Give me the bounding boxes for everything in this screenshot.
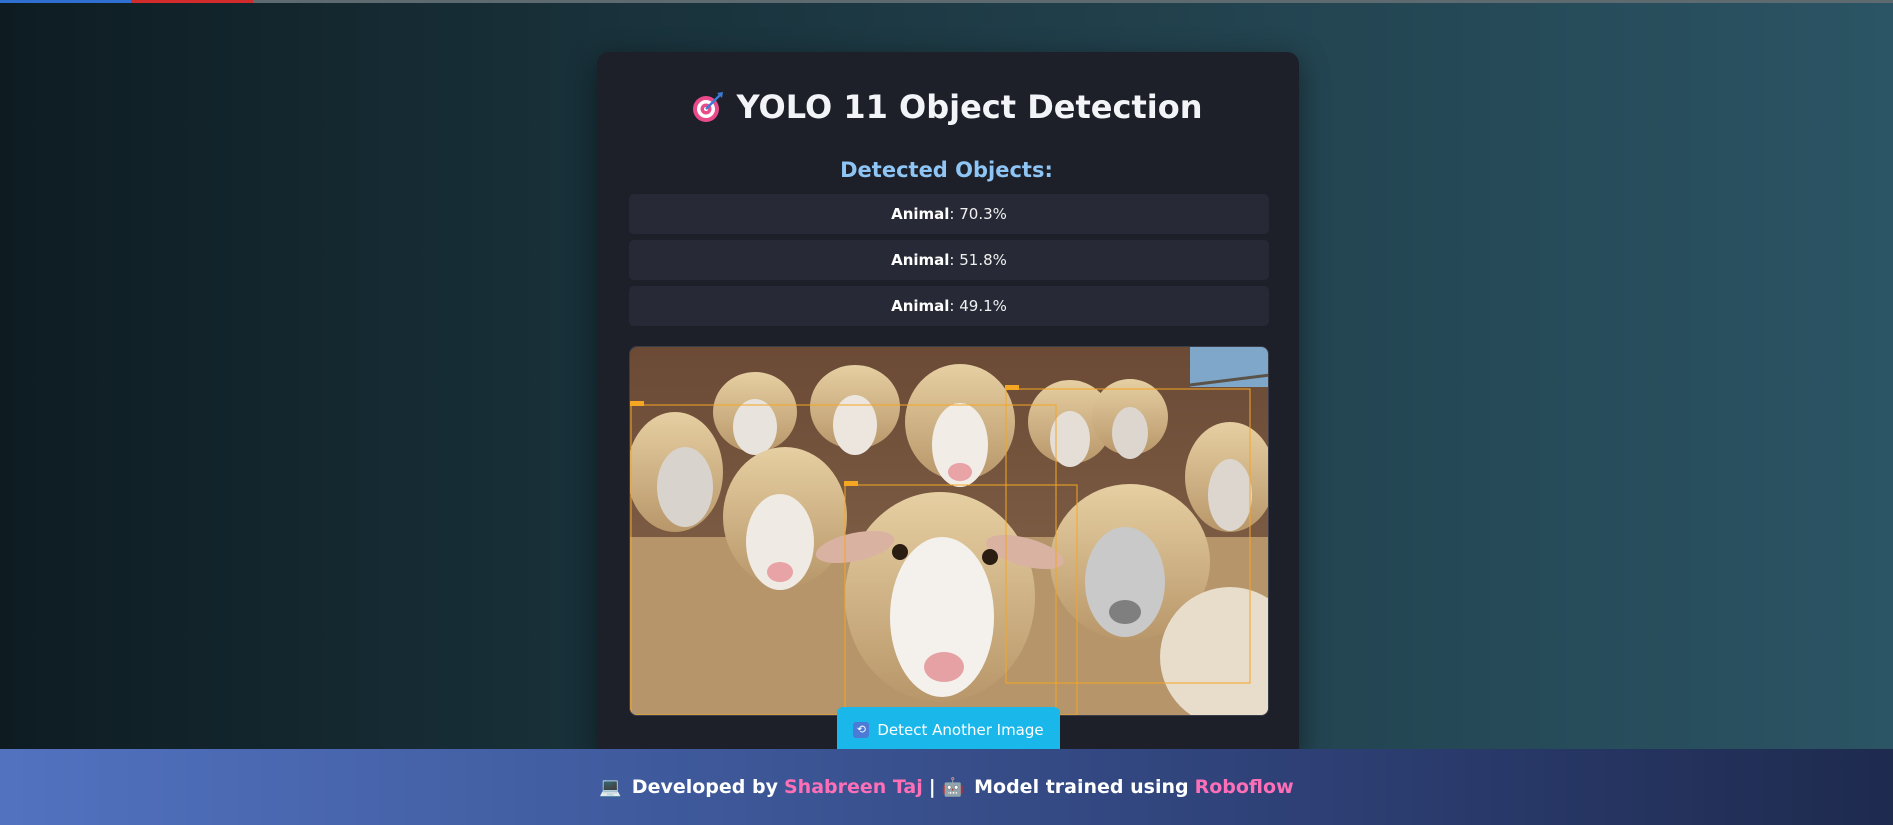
detection-label: Animal <box>891 251 950 269</box>
detect-another-image-button[interactable]: ⟲ Detect Another Image <box>837 707 1060 752</box>
detect-another-image-label: Detect Another Image <box>877 720 1044 739</box>
detection-confidence: 51.8% <box>959 251 1007 269</box>
developed-by-label: Developed by <box>631 776 778 798</box>
detection-item: Animal: 49.1% <box>629 286 1269 326</box>
detection-label: Animal <box>891 297 950 315</box>
detected-objects-heading: Detected Objects: <box>840 158 1053 182</box>
sheep-photo <box>630 347 1268 715</box>
sheep <box>630 412 723 532</box>
roboflow-link[interactable]: Roboflow <box>1195 776 1294 798</box>
target-icon <box>691 90 725 124</box>
page-title: YOLO 11 Object Detection <box>0 84 1893 130</box>
laptop-icon: 💻 <box>599 776 622 798</box>
detection-confidence: 70.3% <box>959 205 1007 223</box>
detection-confidence: 49.1% <box>959 297 1007 315</box>
robot-icon: 🤖 <box>941 776 965 798</box>
model-trained-label: Model trained using <box>974 776 1189 798</box>
detection-label: Animal <box>891 205 950 223</box>
progress-segment-blue <box>0 0 131 3</box>
progress-segment-red <box>131 0 253 3</box>
repeat-icon: ⟲ <box>853 721 870 738</box>
detection-item: Animal: 70.3% <box>629 194 1269 234</box>
footer: 💻 Developed by Shabreen Taj | 🤖 Model tr… <box>0 749 1893 825</box>
developer-name-link[interactable]: Shabreen Taj <box>784 776 923 798</box>
result-image <box>629 346 1269 716</box>
page-load-progress-bar <box>0 0 1893 3</box>
app-title: YOLO 11 Object Detection <box>736 88 1203 126</box>
footer-separator: | <box>928 776 936 798</box>
detection-item: Animal: 51.8% <box>629 240 1269 280</box>
